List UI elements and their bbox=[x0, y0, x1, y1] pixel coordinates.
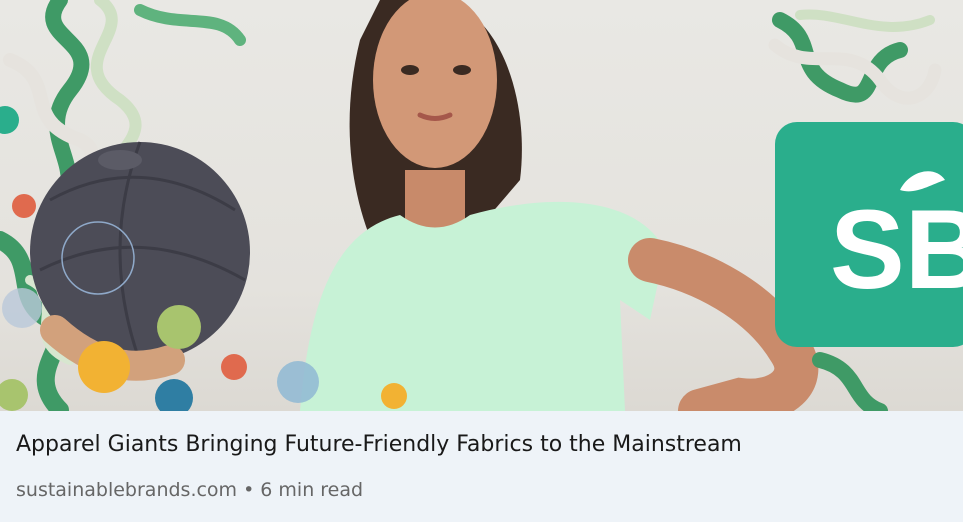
meta-separator: • bbox=[243, 479, 255, 501]
article-link-card[interactable]: SB Apparel Giants Bringing Future-Friend… bbox=[0, 0, 963, 522]
logo-text: SB bbox=[830, 187, 963, 312]
medicine-ball bbox=[30, 141, 250, 381]
thumbnail-illustration: SB bbox=[0, 0, 963, 411]
article-title[interactable]: Apparel Giants Bringing Future-Friendly … bbox=[16, 428, 742, 462]
article-read-time: 6 min read bbox=[260, 479, 364, 501]
sustainable-brands-logo: SB bbox=[775, 122, 963, 347]
athlete-figure bbox=[300, 0, 819, 411]
article-source: sustainablebrands.com bbox=[16, 479, 238, 501]
article-meta: sustainablebrands.com • 6 min read bbox=[16, 476, 363, 504]
article-thumbnail[interactable]: SB bbox=[0, 0, 963, 411]
